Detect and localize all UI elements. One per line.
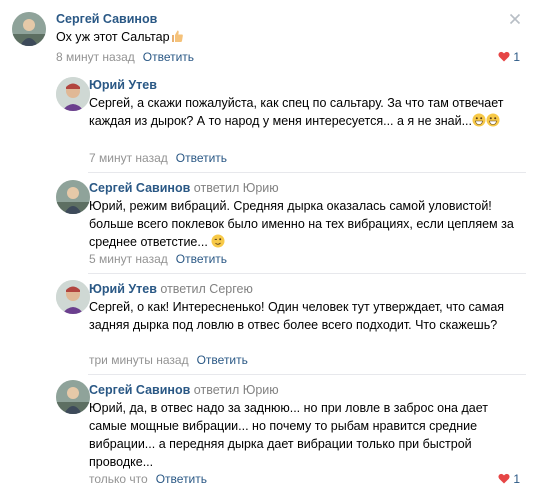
author-line: Сергей Савинов ответил Юрию	[89, 180, 279, 196]
comment-meta: только что Ответить	[89, 471, 207, 487]
avatar[interactable]	[56, 180, 90, 214]
author-name[interactable]: Сергей Савинов	[89, 383, 190, 397]
author-name[interactable]: Юрий Утев	[89, 78, 157, 92]
close-icon[interactable]	[509, 12, 521, 25]
grinning-emoji	[472, 113, 486, 127]
reply-to-label[interactable]: ответил Юрию	[194, 181, 279, 195]
comment-meta: 5 минут назад Ответить	[89, 251, 227, 267]
author-line: Юрий Утев ответил Сергею	[89, 281, 253, 297]
reply-button[interactable]: Ответить	[197, 353, 248, 367]
like-count: 1	[513, 472, 521, 486]
reply-to-label[interactable]: ответил Юрию	[194, 383, 279, 397]
comment-text: Юрий, режим вибраций. Средняя дырка оказ…	[89, 199, 514, 249]
author-line: Сергей Савинов ответил Юрию	[89, 382, 279, 398]
heart-icon	[498, 473, 510, 484]
timestamp[interactable]: три минуты назад	[89, 353, 189, 367]
comment-meta: три минуты назад Ответить	[89, 352, 248, 368]
timestamp[interactable]: 8 минут назад	[56, 50, 135, 64]
author-line: Сергей Савинов	[56, 11, 157, 27]
comment-text: Ох уж этот Сальтар	[56, 28, 184, 46]
author-name[interactable]: Сергей Савинов	[56, 12, 157, 26]
reply-button[interactable]: Ответить	[176, 151, 227, 165]
like-count: 1	[513, 50, 521, 64]
heart-icon	[498, 51, 510, 62]
divider	[88, 374, 526, 375]
author-name[interactable]: Юрий Утев	[89, 282, 157, 296]
comment-meta: 7 минут назад Ответить	[89, 150, 227, 166]
reply-to-label[interactable]: ответил Сергею	[160, 282, 252, 296]
thumbs-up-emoji	[170, 29, 184, 43]
like-button[interactable]: 1	[498, 50, 520, 64]
avatar[interactable]	[56, 77, 90, 111]
divider	[88, 172, 526, 173]
comment-meta: 8 минут назад Ответить	[56, 49, 194, 65]
comment-text: Сергей, а скажи пожалуйста, как спец по …	[89, 96, 504, 128]
timestamp[interactable]: 7 минут назад	[89, 151, 168, 165]
author-name[interactable]: Сергей Савинов	[89, 181, 190, 195]
timestamp[interactable]: только что	[89, 472, 148, 486]
reply-button[interactable]: Ответить	[176, 252, 227, 266]
like-button[interactable]: 1	[498, 472, 520, 486]
avatar[interactable]	[12, 12, 46, 46]
avatar[interactable]	[56, 380, 90, 414]
comment-text: Юрий, да, в отвес надо за заднюю... но п…	[89, 401, 488, 469]
divider	[88, 273, 526, 274]
grinning-emoji	[486, 113, 500, 127]
timestamp[interactable]: 5 минут назад	[89, 252, 168, 266]
comment-text: Сергей, о как! Интересненько! Один челов…	[89, 300, 505, 332]
avatar[interactable]	[56, 280, 90, 314]
reply-button[interactable]: Ответить	[143, 50, 194, 64]
winking-emoji	[211, 234, 225, 248]
author-line: Юрий Утев	[89, 77, 157, 93]
reply-button[interactable]: Ответить	[156, 472, 207, 486]
